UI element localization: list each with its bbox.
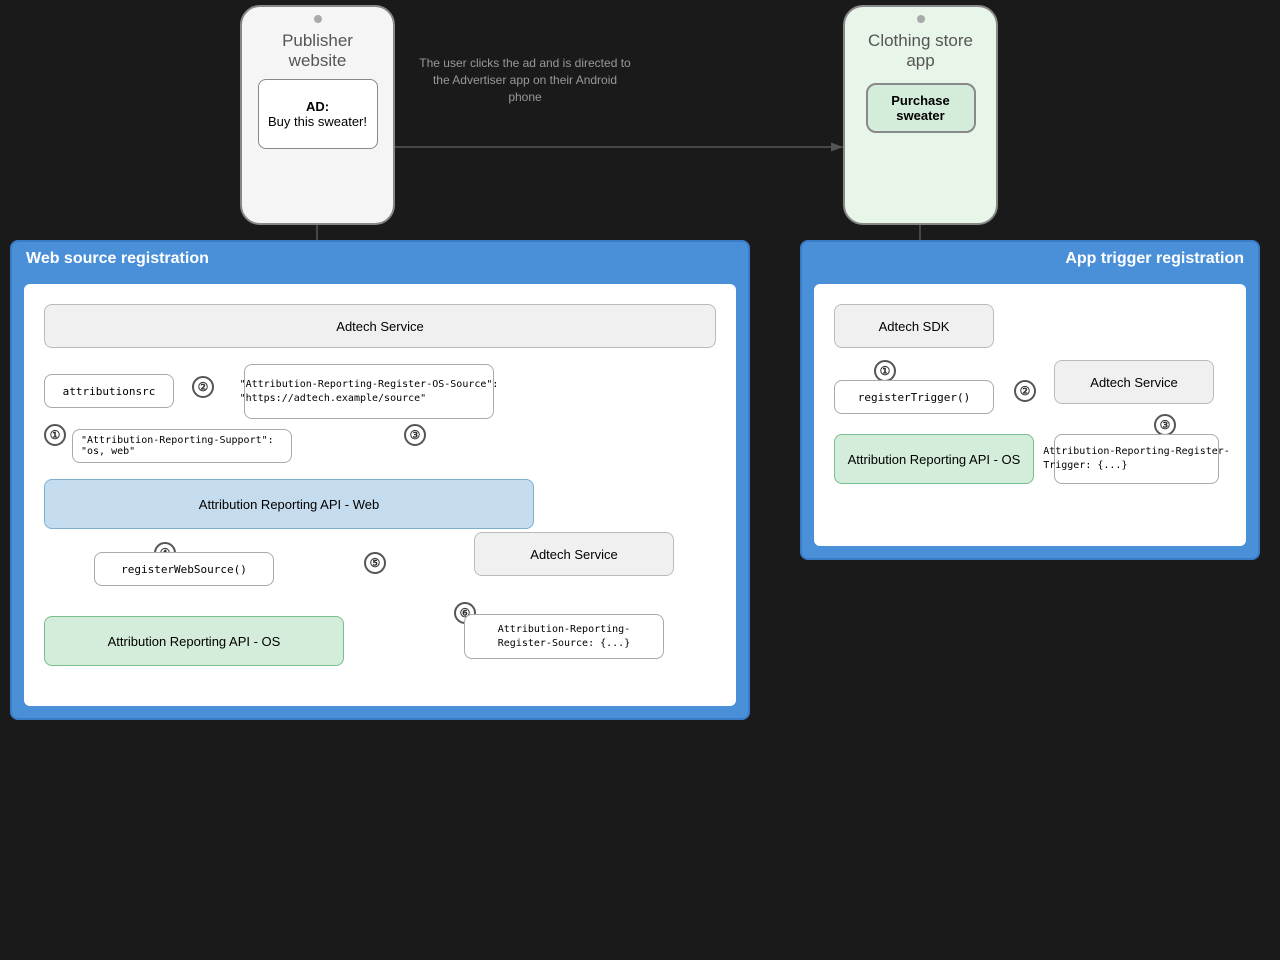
publisher-phone: Publisher website AD: Buy this sweater! — [240, 5, 395, 225]
web-source-section: Web source registration Adtech Service a… — [10, 240, 750, 720]
main-canvas: Publisher website AD: Buy this sweater! … — [0, 0, 1280, 960]
app-api-os-box: Attribution Reporting API - OS — [834, 434, 1034, 484]
web-api-box: Attribution Reporting API - Web — [44, 479, 534, 529]
web-section-title: Web source registration — [12, 242, 748, 276]
register-trigger-box: registerTrigger() — [834, 380, 994, 414]
register-trigger-code-box: Attribution-Reporting-Register- Trigger:… — [1054, 434, 1219, 484]
circle-5-web: ⑤ — [364, 552, 386, 574]
register-web-source-box: registerWebSource() — [94, 552, 274, 586]
circle-1-app: ① — [874, 360, 896, 382]
circle-3-web: ③ — [404, 424, 426, 446]
clothing-phone-title: Clothing store app — [845, 27, 996, 75]
arrow-label: The user clicks the ad and is directed t… — [415, 55, 635, 105]
publisher-ad-box: AD: Buy this sweater! — [258, 79, 378, 149]
circle-3-app: ③ — [1154, 414, 1176, 436]
support-code-box: "Attribution-Reporting-Support": "os, we… — [72, 429, 292, 463]
circle-2-web: ② — [192, 376, 214, 398]
app-adtech-service-box: Adtech Service — [1054, 360, 1214, 404]
circle-2-app: ② — [1014, 380, 1036, 402]
clothing-phone: Clothing store app Purchase sweater — [843, 5, 998, 225]
web-adtech-service-bottom: Adtech Service — [474, 532, 674, 576]
web-api-os-box: Attribution Reporting API - OS — [44, 616, 344, 666]
app-trigger-section: App trigger registration Adtech SDK ① re… — [800, 240, 1260, 560]
circle-1-web: ① — [44, 424, 66, 446]
publisher-phone-dot — [314, 15, 322, 23]
publisher-phone-title: Publisher website — [242, 27, 393, 75]
header-code-box: "Attribution-Reporting-Register-OS-Sourc… — [244, 364, 494, 419]
web-adtech-service-top: Adtech Service — [44, 304, 716, 348]
purchase-button: Purchase sweater — [866, 83, 976, 133]
register-source-code-box: Attribution-Reporting- Register-Source: … — [464, 614, 664, 659]
attributionsrc-box: attributionsrc — [44, 374, 174, 408]
app-section-title: App trigger registration — [802, 242, 1258, 276]
adtech-sdk-box: Adtech SDK — [834, 304, 994, 348]
clothing-phone-dot — [917, 15, 925, 23]
ad-label: AD: — [268, 99, 367, 114]
ad-text: Buy this sweater! — [268, 114, 367, 129]
